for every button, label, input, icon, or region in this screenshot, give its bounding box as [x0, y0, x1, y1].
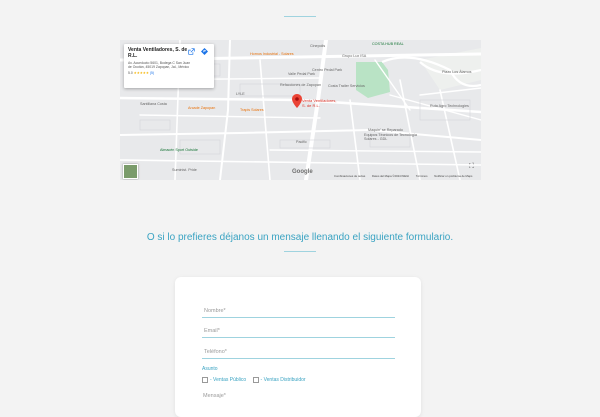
place-rating[interactable]: 5.0 ★★★★★ (5) — [128, 71, 210, 75]
place-name: Venta Ventiladores, S. de R.L. — [128, 47, 188, 59]
option-ventas-publico[interactable]: - Ventas Público — [202, 377, 246, 383]
phone-placeholder: Teléfono* — [204, 349, 227, 355]
contact-form: Nombre* Email* Teléfono* Asunto - Ventas… — [175, 277, 421, 417]
fullscreen-icon[interactable]: ⛶ — [469, 163, 474, 171]
map-label-santillana: Santillana Costa — [140, 102, 167, 106]
map-label-alwaim: Almacén Sport Outside — [160, 148, 198, 152]
map-footer: Combinaciones de teclas Datos del Mapa ©… — [334, 174, 478, 178]
map-label-ajuste: Maquin' se Reparado — [368, 128, 403, 132]
option-ventas-distribuidor[interactable]: - Ventas Distribuidor — [252, 377, 306, 383]
name-field[interactable]: Nombre* — [202, 307, 395, 318]
rating-value: 5.0 — [128, 70, 133, 75]
checkbox[interactable] — [202, 377, 208, 383]
directions-icon[interactable] — [201, 48, 208, 55]
embedded-map[interactable]: Venta Ventiladores, S. de R.L. Av. Acued… — [120, 40, 481, 180]
map-label-pedal: Centro Pedal Park — [312, 68, 343, 72]
map-label-ciudad: Cinepolis — [310, 44, 326, 48]
pin-label: Venta Ventiladores, S. de R.L. — [302, 98, 337, 108]
map-label-pacific: Pacific — [296, 140, 307, 144]
map-label-costa-hub: COSTA HUB REAL — [372, 42, 404, 46]
message-field[interactable]: Mensaje* — [203, 393, 226, 399]
map-label-costa-trailer: Costa Trailer Servicios — [328, 84, 365, 88]
email-field[interactable]: Email* — [202, 327, 395, 338]
map-label-suministros: Suminist. Pride — [172, 168, 197, 172]
intro-divider — [284, 251, 316, 252]
map-label-refacciones: Refacciones de Zapopan — [280, 83, 322, 87]
map-label-solares-tech: Equipos Técnicos de Tecnología Solares -… — [364, 133, 417, 142]
google-logo: Google — [292, 169, 313, 175]
keyboard-shortcuts-link[interactable]: Combinaciones de teclas — [334, 174, 365, 178]
map-label-lyle: LYLE — [236, 92, 245, 96]
map-label-plazoleta: Plazo Los Álamos — [442, 70, 472, 74]
phone-field[interactable]: Teléfono* — [202, 348, 395, 359]
checkbox[interactable] — [252, 377, 259, 383]
open-in-maps-icon[interactable] — [188, 48, 195, 55]
form-intro-text: O si lo prefieres déjanos un mensaje lle… — [146, 232, 454, 243]
map-label-grupo: Grupo Lux ISA — [342, 54, 367, 58]
subject-label: Asunto — [202, 366, 218, 372]
map-label-ruta: Ruta Agro Technologies — [430, 104, 469, 108]
satellite-toggle-thumbnail[interactable] — [123, 164, 138, 179]
map-data-attribution: Datos del Mapa ©2024 INEGI — [372, 174, 410, 178]
top-divider — [284, 16, 316, 17]
map-label-arcade: Arcade Zapopan — [188, 106, 216, 110]
rating-reviews-link[interactable]: (5) — [150, 71, 154, 75]
place-info-card[interactable]: Venta Ventiladores, S. de R.L. Av. Acued… — [124, 44, 214, 88]
terms-link[interactable]: Términos — [416, 174, 428, 178]
map-label-raphi: Valle Pedal Park — [288, 72, 315, 76]
subject-options: - Ventas Público - Ventas Distribuidor — [202, 377, 311, 383]
rating-stars: ★★★★★ — [133, 70, 149, 75]
name-placeholder: Nombre* — [204, 308, 226, 314]
place-address: Av. Acueducto 5601, Bodega C San Juan de… — [128, 61, 191, 70]
location-pin-icon[interactable] — [292, 94, 302, 108]
report-problem-link[interactable]: Notificar un problema de Maps — [434, 174, 472, 178]
map-label-solares: Trapis Solares — [240, 108, 264, 112]
map-label-hornos: Hornos Industrial - Solares — [250, 52, 294, 56]
email-placeholder: Email* — [204, 328, 220, 334]
